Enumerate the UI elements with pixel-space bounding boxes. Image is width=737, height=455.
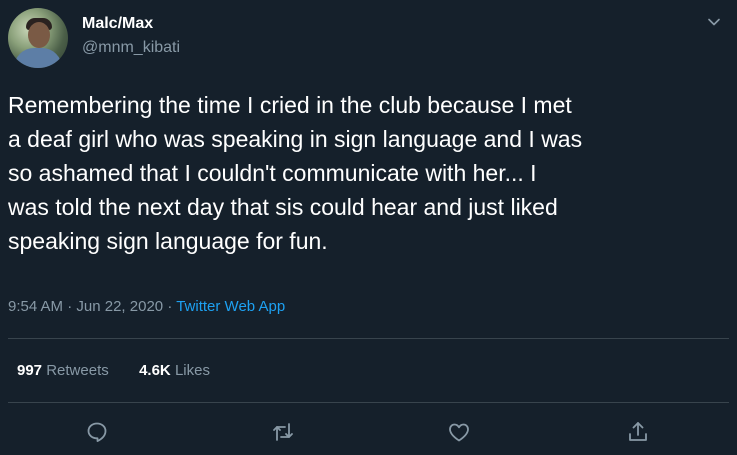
tweet-time[interactable]: 9:54 AM xyxy=(8,298,63,315)
display-name[interactable]: Malc/Max xyxy=(82,14,180,34)
retweets-label: Retweets xyxy=(46,362,109,379)
tweet-stats: 997 Retweets 4.6K Likes xyxy=(17,360,210,382)
avatar[interactable] xyxy=(8,8,68,68)
retweet-icon[interactable] xyxy=(271,420,299,448)
avatar-shirt xyxy=(14,48,62,68)
tweet-meta: 9:54 AM · Jun 22, 2020 · Twitter Web App xyxy=(8,296,285,318)
retweets-count: 997 xyxy=(17,362,43,379)
chevron-down-icon[interactable] xyxy=(704,12,728,36)
likes-stat[interactable]: 4.6K Likes xyxy=(139,362,210,379)
user-names: Malc/Max @mnm_kibati xyxy=(82,14,180,58)
divider xyxy=(8,402,729,403)
tweet-card: Malc/Max @mnm_kibati Remembering the tim… xyxy=(0,0,737,455)
tweet-date[interactable]: Jun 22, 2020 xyxy=(76,298,163,315)
share-icon[interactable] xyxy=(626,420,654,448)
reply-icon[interactable] xyxy=(85,420,113,448)
tweet-actions xyxy=(0,418,737,452)
tweet-text: Remembering the time I cried in the club… xyxy=(8,92,583,254)
meta-separator: · xyxy=(167,298,173,315)
avatar-face xyxy=(28,22,50,48)
user-handle[interactable]: @mnm_kibati xyxy=(82,38,180,58)
tweet-header: Malc/Max @mnm_kibati xyxy=(8,6,728,68)
meta-separator: · xyxy=(67,298,73,315)
divider xyxy=(8,338,729,339)
likes-label: Likes xyxy=(174,362,210,379)
tweet-source-link[interactable]: Twitter Web App xyxy=(176,298,285,315)
heart-icon[interactable] xyxy=(447,420,475,448)
likes-count: 4.6K xyxy=(139,362,171,379)
retweets-stat[interactable]: 997 Retweets xyxy=(17,362,113,379)
